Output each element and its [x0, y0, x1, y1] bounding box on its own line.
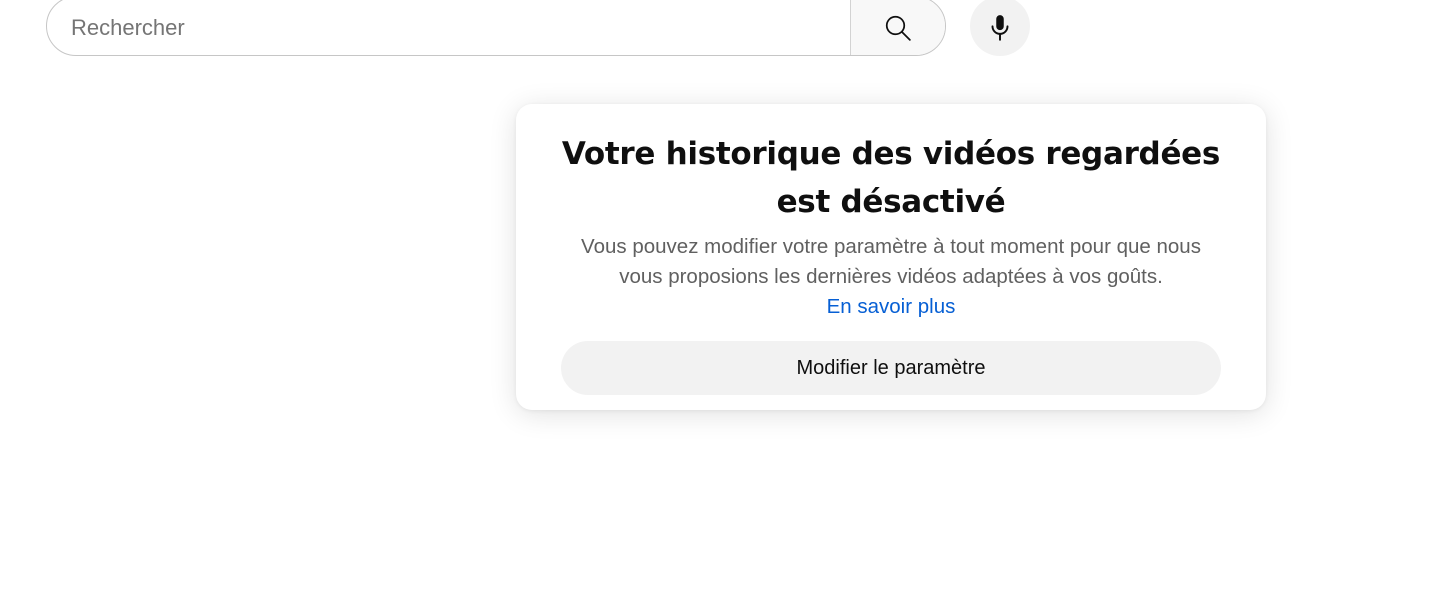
voice-search-button[interactable]: [970, 0, 1030, 56]
card-title: Votre historique des vidéos regardées es…: [561, 136, 1221, 220]
card-description: Vous pouvez modifier votre paramètre à t…: [581, 235, 1201, 288]
change-setting-button[interactable]: Modifier le paramètre: [561, 341, 1221, 395]
search-box: [46, 0, 946, 56]
history-paused-card: Votre historique des vidéos regardées es…: [516, 104, 1266, 410]
search-icon: [883, 13, 913, 43]
learn-more-link[interactable]: En savoir plus: [561, 292, 1221, 322]
page: Votre historique des vidéos regardées es…: [0, 0, 1456, 601]
search-input[interactable]: [47, 0, 850, 55]
search-button[interactable]: [850, 0, 945, 55]
microphone-icon: [987, 13, 1013, 43]
